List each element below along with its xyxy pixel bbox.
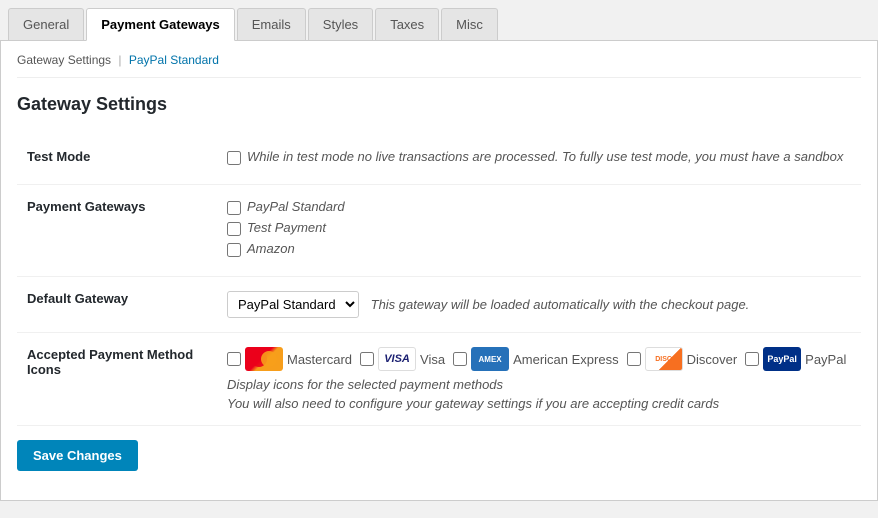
gateway-amazon-label: Amazon	[247, 241, 295, 256]
mastercard-item: Mastercard	[227, 347, 352, 371]
accepted-payment-label-line2: Icons	[27, 362, 61, 377]
default-gateway-value: PayPal Standard Test Payment Amazon This…	[217, 277, 861, 333]
payment-icons-row: Mastercard VISA Visa AMEX American	[227, 347, 851, 371]
payment-gateways-row: Payment Gateways PayPal Standard Test Pa…	[17, 185, 861, 277]
default-gateway-row: Default Gateway PayPal Standard Test Pay…	[17, 277, 861, 333]
accepted-payment-row: Accepted Payment Method Icons Mastercard	[17, 333, 861, 426]
save-button[interactable]: Save Changes	[17, 440, 138, 471]
paypal-icon-label: PayPal	[805, 352, 846, 367]
tabs-bar: General Payment Gateways Emails Styles T…	[0, 0, 878, 41]
payment-icons-note1: Display icons for the selected payment m…	[227, 377, 851, 392]
tab-taxes[interactable]: Taxes	[375, 8, 439, 40]
gateway-test-checkbox[interactable]	[227, 222, 241, 236]
test-mode-checkbox-wrap: While in test mode no live transactions …	[227, 149, 851, 165]
gateway-amazon-checkbox[interactable]	[227, 243, 241, 257]
test-mode-row: Test Mode While in test mode no live tra…	[17, 135, 861, 185]
tab-emails[interactable]: Emails	[237, 8, 306, 40]
gateway-option-0: PayPal Standard	[227, 199, 851, 215]
breadcrumb: Gateway Settings | PayPal Standard	[17, 53, 861, 78]
discover-icon: DISC	[645, 347, 683, 371]
tab-misc[interactable]: Misc	[441, 8, 498, 40]
payment-gateways-label: Payment Gateways	[17, 185, 217, 277]
mastercard-checkbox[interactable]	[227, 352, 241, 366]
tab-general[interactable]: General	[8, 8, 84, 40]
mastercard-label: Mastercard	[287, 352, 352, 367]
visa-icon: VISA	[378, 347, 416, 371]
paypal-item: PayPal PayPal	[745, 347, 846, 371]
amex-label: American Express	[513, 352, 618, 367]
settings-table: Test Mode While in test mode no live tra…	[17, 135, 861, 426]
visa-label: Visa	[420, 352, 445, 367]
section-heading: Gateway Settings	[17, 94, 861, 115]
discover-item: DISC Discover	[627, 347, 738, 371]
accepted-payment-label-line1: Accepted Payment Method	[27, 347, 193, 362]
payment-icons-note2: You will also need to configure your gat…	[227, 396, 851, 411]
gateway-option-1: Test Payment	[227, 220, 851, 236]
default-gateway-select[interactable]: PayPal Standard Test Payment Amazon	[227, 291, 359, 318]
amex-icon: AMEX	[471, 347, 509, 371]
test-mode-description: While in test mode no live transactions …	[247, 149, 843, 164]
tab-payment-gateways[interactable]: Payment Gateways	[86, 8, 235, 41]
discover-checkbox[interactable]	[627, 352, 641, 366]
accepted-payment-label: Accepted Payment Method Icons	[17, 333, 217, 426]
amex-item: AMEX American Express	[453, 347, 618, 371]
accepted-payment-value: Mastercard VISA Visa AMEX American	[217, 333, 861, 426]
content-area: Gateway Settings | PayPal Standard Gatew…	[0, 41, 878, 501]
default-gateway-description: This gateway will be loaded automaticall…	[371, 297, 750, 312]
breadcrumb-link[interactable]: PayPal Standard	[129, 53, 219, 67]
paypal-icon-checkbox[interactable]	[745, 352, 759, 366]
gateway-paypal-label: PayPal Standard	[247, 199, 345, 214]
discover-label: Discover	[687, 352, 738, 367]
mastercard-icon	[245, 347, 283, 371]
payment-gateways-value: PayPal Standard Test Payment Amazon	[217, 185, 861, 277]
gateway-test-label: Test Payment	[247, 220, 326, 235]
default-gateway-label: Default Gateway	[17, 277, 217, 333]
visa-item: VISA Visa	[360, 347, 445, 371]
tab-styles[interactable]: Styles	[308, 8, 373, 40]
breadcrumb-separator: |	[118, 53, 121, 67]
paypal-icon: PayPal	[763, 347, 801, 371]
save-btn-wrap: Save Changes	[17, 426, 861, 471]
test-mode-label: Test Mode	[17, 135, 217, 185]
amex-checkbox[interactable]	[453, 352, 467, 366]
visa-checkbox[interactable]	[360, 352, 374, 366]
gateway-paypal-checkbox[interactable]	[227, 201, 241, 215]
breadcrumb-current: Gateway Settings	[17, 53, 111, 67]
test-mode-value: While in test mode no live transactions …	[217, 135, 861, 185]
test-mode-checkbox[interactable]	[227, 151, 241, 165]
gateway-option-2: Amazon	[227, 241, 851, 257]
